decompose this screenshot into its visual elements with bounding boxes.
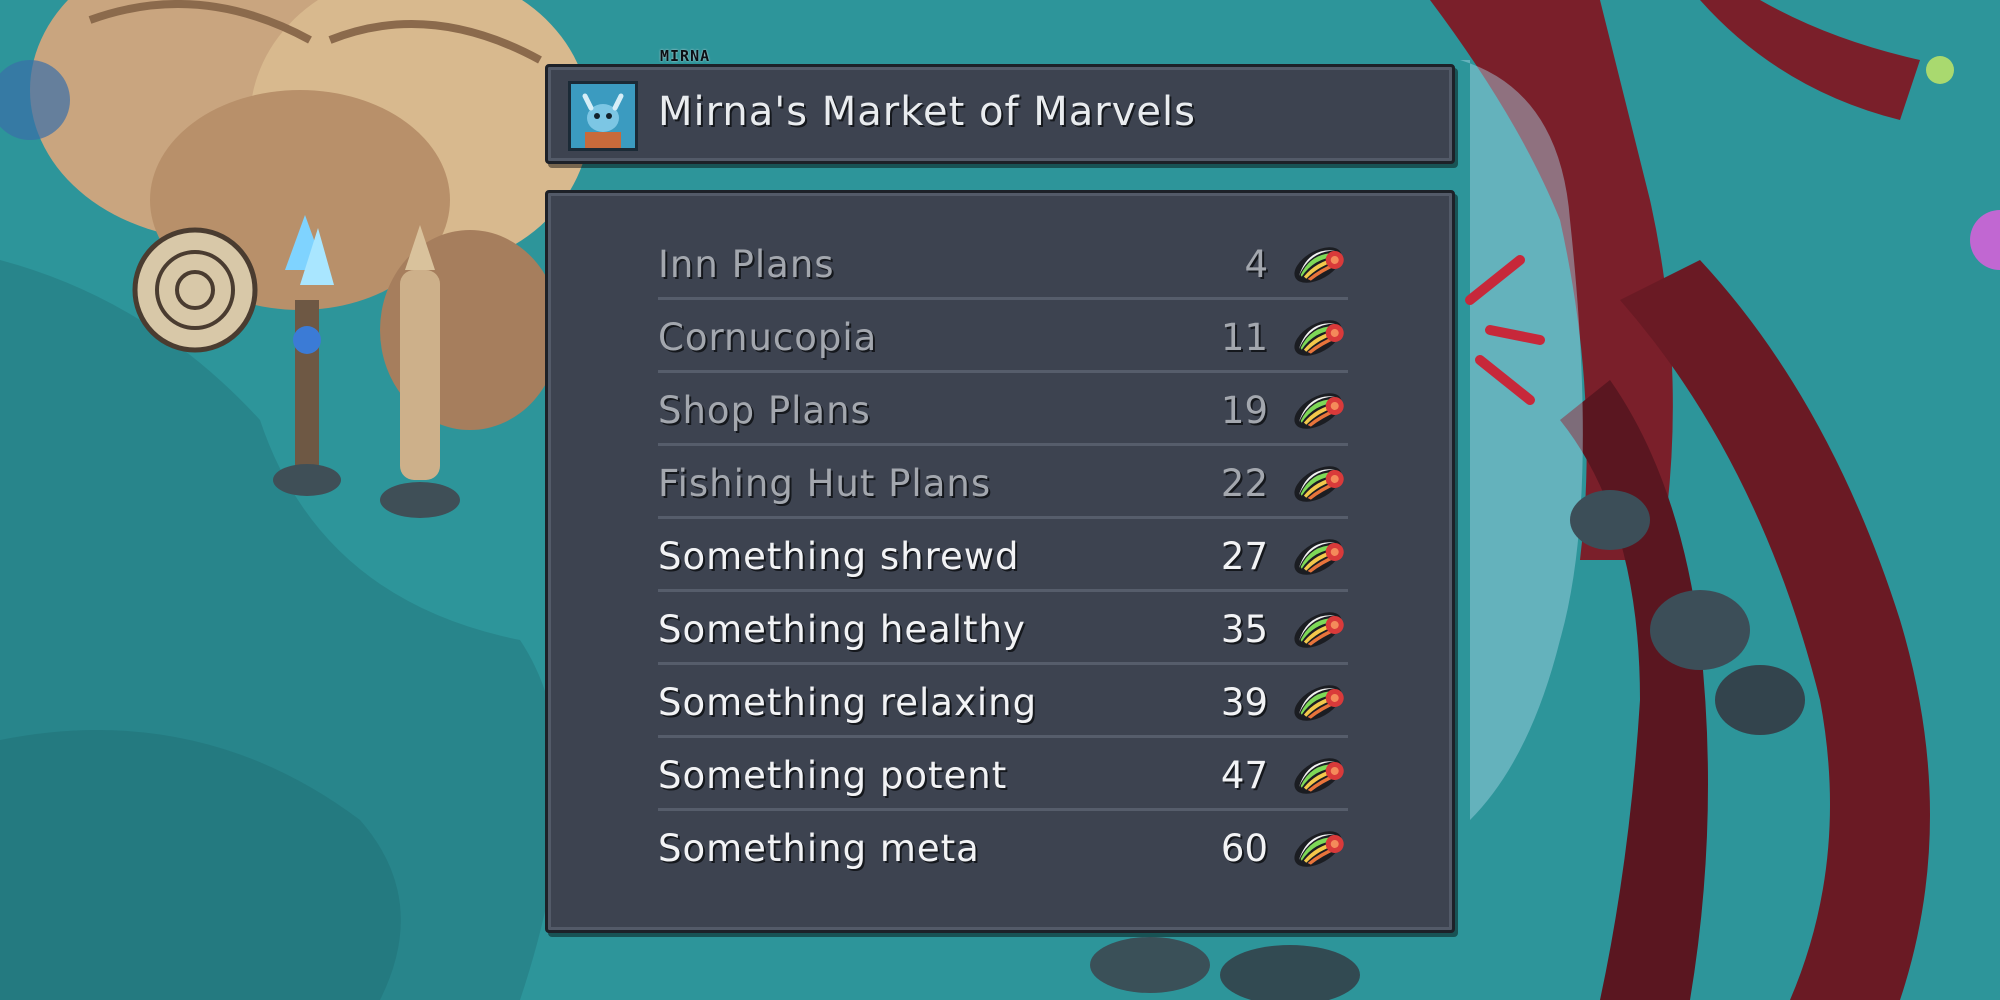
item-name: Cornucopia: [658, 316, 878, 359]
rainbow-shell-icon: [1288, 677, 1348, 729]
shop-item-row[interactable]: Inn Plans 4: [658, 227, 1348, 300]
rainbow-shell-icon: [1288, 604, 1348, 656]
shop-item-row[interactable]: Cornucopia 11: [658, 300, 1348, 373]
rainbow-shell-icon: [1288, 458, 1348, 510]
rainbow-shell-icon: [1288, 823, 1348, 875]
shop-item-list-panel: Inn Plans 4 Cornucopia 11 Shop Plans 19 Fis…: [545, 190, 1455, 933]
item-price: 60: [1220, 827, 1268, 870]
shop-item-row[interactable]: Something potent 47: [658, 738, 1348, 811]
item-name: Inn Plans: [658, 243, 835, 286]
rainbow-shell-icon: [1288, 385, 1348, 437]
item-name: Something shrewd: [658, 535, 1020, 578]
item-name: Fishing Hut Plans: [658, 462, 992, 505]
item-name: Something relaxing: [658, 681, 1038, 724]
item-price: 27: [1220, 535, 1268, 578]
lobster-creature-portrait-icon: [568, 81, 638, 151]
item-price: 39: [1220, 681, 1268, 724]
item-price: 4: [1244, 243, 1268, 286]
rainbow-shell-icon: [1288, 750, 1348, 802]
shop-item-row[interactable]: Something shrewd 27: [658, 519, 1348, 592]
shop-title: Mirna's Market of Marvels: [658, 89, 1196, 135]
shop-item-row[interactable]: Fishing Hut Plans 22: [658, 446, 1348, 519]
shop-item-row[interactable]: Something relaxing 39: [658, 665, 1348, 738]
item-price: 35: [1220, 608, 1268, 651]
shop-item-list: Inn Plans 4 Cornucopia 11 Shop Plans 19 Fis…: [658, 227, 1348, 884]
shop-item-row[interactable]: Something healthy 35: [658, 592, 1348, 665]
item-price: 19: [1220, 389, 1268, 432]
shop-item-row[interactable]: Shop Plans 19: [658, 373, 1348, 446]
item-name: Something potent: [658, 754, 1008, 797]
rainbow-shell-icon: [1288, 312, 1348, 364]
item-name: Shop Plans: [658, 389, 871, 432]
item-name: Something meta: [658, 827, 980, 870]
item-price: 47: [1220, 754, 1268, 797]
rainbow-shell-icon: [1288, 239, 1348, 291]
rainbow-shell-icon: [1288, 531, 1348, 583]
item-price: 11: [1220, 316, 1268, 359]
item-name: Something healthy: [658, 608, 1026, 651]
shop-item-row[interactable]: Something meta 60: [658, 811, 1348, 884]
shop-header-panel: Mirna's Market of Marvels: [545, 64, 1455, 164]
item-price: 22: [1220, 462, 1268, 505]
npc-name-tag: MIRNA: [660, 47, 711, 65]
